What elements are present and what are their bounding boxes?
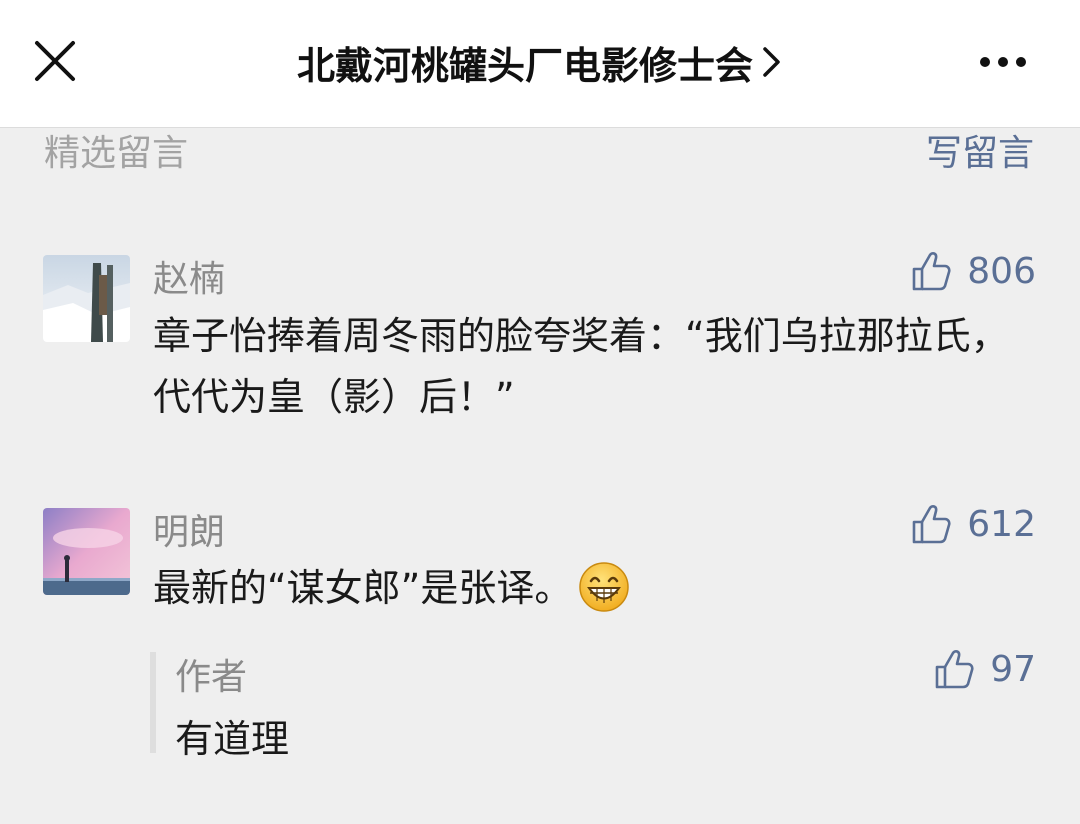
- like-button[interactable]: 806: [911, 250, 1036, 292]
- reply-author: 作者: [175, 657, 248, 698]
- thumbs-up-icon: [912, 505, 951, 544]
- top-bar: 北戴河桃罐头厂电影修士会: [0, 0, 1080, 128]
- like-count: 806: [967, 250, 1036, 292]
- like-count: 97: [990, 648, 1036, 690]
- account-title-button[interactable]: 北戴河桃罐头厂电影修士会: [200, 30, 880, 94]
- like-count: 612: [967, 503, 1036, 545]
- comment-nickname[interactable]: 赵楠: [153, 250, 225, 302]
- featured-comments-label: 精选留言: [44, 133, 189, 174]
- thumbs-up-icon: [912, 252, 951, 291]
- comment-nickname[interactable]: 明朗: [153, 503, 225, 555]
- comment-content-row: 最新的“谋女郎”是张译。: [153, 558, 1013, 619]
- account-title: 北戴河桃罐头厂电影修士会: [296, 43, 753, 88]
- close-icon[interactable]: [30, 36, 80, 86]
- more-dots-icon[interactable]: [970, 44, 1036, 80]
- chevron-right-icon: [763, 47, 780, 77]
- grinning-face-emoji: [579, 562, 630, 612]
- reply-divider: [150, 652, 156, 753]
- avatar[interactable]: [43, 255, 130, 342]
- write-comment-link[interactable]: 写留言: [926, 124, 1034, 176]
- like-button[interactable]: 612: [911, 503, 1036, 545]
- thumbs-up-icon: [935, 650, 974, 689]
- reply-like-button[interactable]: 97: [934, 648, 1036, 690]
- comment-content: 最新的“谋女郎”是张译。: [153, 566, 573, 610]
- avatar[interactable]: [43, 508, 130, 595]
- reply-content: 有道理: [175, 717, 290, 761]
- comment-content: 章子怡捧着周冬雨的脸夸奖着：“我们乌拉那拉氏，代代为皇（影）后！”: [153, 314, 1009, 419]
